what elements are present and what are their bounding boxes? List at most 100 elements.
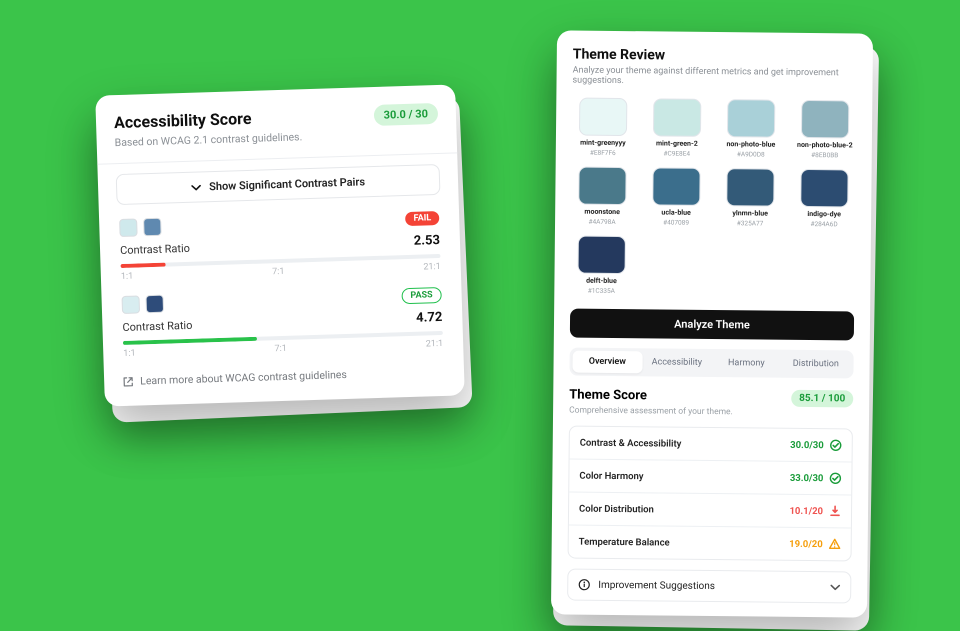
metric-row: Contrast & Accessibility 30.0/30	[570, 427, 852, 463]
contrast-pair: PASS Contrast Ratio 4.72 1:1 7:1 21:1	[120, 286, 446, 359]
swatch-b	[143, 218, 162, 237]
tab-accessibility[interactable]: Accessibility	[642, 351, 712, 374]
chevron-down-icon	[191, 182, 201, 192]
palette-swatch	[578, 236, 626, 275]
tab-harmony[interactable]: Harmony	[711, 352, 781, 375]
learn-more-link[interactable]: Learn more about WCAG contrast guideline…	[122, 365, 446, 388]
metric-label: Temperature Balance	[579, 536, 670, 548]
theme-review-title: Theme Review	[573, 47, 857, 66]
chevron-down-icon	[830, 582, 840, 592]
theme-score-subtitle: Comprehensive assessment of your theme.	[569, 406, 733, 418]
palette-name: mint-greenyyy	[580, 140, 626, 147]
palette-hex: #1C335A	[588, 287, 615, 295]
palette-swatch	[801, 100, 849, 139]
contrast-bar-fill	[121, 263, 166, 268]
palette-swatch	[652, 167, 700, 206]
theme-review-subtitle: Analyze your theme against different met…	[572, 66, 856, 89]
metric-value: 10.1/20	[789, 505, 841, 518]
accessibility-score-badge: 30.0 / 30	[373, 103, 438, 126]
palette-name: delft-blue	[586, 278, 617, 285]
external-link-icon	[122, 375, 134, 387]
palette-name: indigo-dye	[807, 211, 841, 218]
contrast-pair: FAIL Contrast Ratio 2.53 1:1 7:1 21:1	[117, 209, 443, 282]
accessibility-card-stack: Accessibility Score Based on WCAG 2.1 co…	[100, 90, 460, 401]
contrast-ratio-value: 2.53	[414, 233, 441, 249]
improvement-suggestions-toggle[interactable]: Improvement Suggestions	[567, 568, 851, 603]
metric-label: Color Distribution	[579, 503, 654, 515]
palette-item[interactable]: mint-green-2 #C9E8E4	[646, 98, 709, 158]
scale-mid: 7:1	[274, 344, 287, 354]
palette-item[interactable]: moonstone #4A798A	[571, 167, 634, 227]
palette-item[interactable]: ucla-blue #407089	[645, 167, 708, 227]
palette-item[interactable]: mint-greenyyy #E8F7F6	[572, 98, 635, 158]
swatch-a	[119, 218, 138, 237]
palette-swatch	[653, 98, 701, 137]
palette-name: non-photo-blue	[726, 141, 775, 149]
metric-row: Color Harmony 33.0/30	[569, 460, 851, 496]
metric-row: Temperature Balance 19.0/20	[569, 526, 851, 561]
theme-review-card: Theme Review Analyze your theme against …	[551, 30, 873, 617]
palette-name: non-photo-blue-2	[797, 142, 853, 150]
palette-item[interactable]: delft-blue #1C335A	[570, 236, 633, 296]
tab-distribution[interactable]: Distribution	[781, 353, 851, 376]
status-icon	[829, 505, 841, 517]
contrast-ratio-label: Contrast Ratio	[122, 319, 192, 334]
status-icon	[830, 439, 842, 451]
info-icon	[578, 579, 590, 591]
status-icon	[829, 472, 841, 484]
palette-hex: #8EB0BB	[811, 151, 838, 159]
toggle-contrast-pairs[interactable]: Show Significant Contrast Pairs	[116, 164, 441, 205]
metric-label: Color Harmony	[579, 470, 643, 482]
palette-hex: #4A798A	[588, 218, 615, 226]
theme-score-title: Theme Score	[569, 388, 733, 405]
accessibility-card: Accessibility Score Based on WCAG 2.1 co…	[95, 84, 465, 406]
palette-name: mint-green-2	[656, 140, 698, 147]
metric-row: Color Distribution 10.1/20	[569, 493, 851, 529]
palette-hex: #407089	[663, 218, 689, 226]
metric-value: 33.0/30	[790, 472, 842, 485]
learn-more-text: Learn more about WCAG contrast guideline…	[140, 368, 347, 387]
palette-item[interactable]: non-photo-blue #A9D0D8	[720, 99, 783, 159]
palette-swatch	[800, 169, 848, 208]
swatch-a	[122, 295, 141, 314]
metric-label: Contrast & Accessibility	[580, 437, 682, 449]
palette-hex: #A9D0D8	[737, 150, 765, 158]
accessibility-subtitle: Based on WCAG 2.1 contrast guidelines.	[114, 130, 302, 149]
scale-high: 21:1	[426, 339, 444, 350]
palette-grid: mint-greenyyy #E8F7F6 mint-green-2 #C9E8…	[570, 98, 856, 298]
status-icon	[829, 538, 841, 550]
metrics-list: Contrast & Accessibility 30.0/30 Color H…	[568, 426, 853, 562]
swatch-b	[145, 295, 164, 314]
status-badge-fail: FAIL	[405, 211, 439, 226]
palette-swatch	[578, 167, 626, 206]
toggle-label: Show Significant Contrast Pairs	[209, 175, 365, 193]
palette-name: ylnmn-blue	[732, 210, 768, 217]
palette-item[interactable]: non-photo-blue-2 #8EB0BB	[794, 100, 857, 160]
scale-high: 21:1	[423, 262, 441, 273]
status-badge-pass: PASS	[401, 287, 442, 304]
theme-review-card-stack: Theme Review Analyze your theme against …	[554, 32, 870, 616]
contrast-ratio-value: 4.72	[416, 310, 443, 326]
palette-hex: #284A6D	[810, 220, 837, 228]
suggestions-label: Improvement Suggestions	[598, 579, 715, 591]
tab-overview[interactable]: Overview	[572, 351, 642, 374]
contrast-ratio-label: Contrast Ratio	[120, 242, 190, 257]
palette-hex: #325A77	[737, 219, 764, 227]
scale-mid: 7:1	[272, 267, 285, 277]
palette-swatch	[726, 168, 774, 207]
tabs: OverviewAccessibilityHarmonyDistribution	[569, 348, 853, 379]
palette-swatch	[579, 98, 627, 137]
palette-item[interactable]: indigo-dye #284A6D	[793, 169, 856, 229]
theme-score-badge: 85.1 / 100	[791, 390, 853, 408]
scale-low: 1:1	[121, 272, 134, 282]
palette-swatch	[727, 99, 775, 138]
palette-item[interactable]: ylnmn-blue #325A77	[719, 168, 782, 228]
palette-hex: #E8F7F6	[590, 149, 616, 157]
analyze-theme-button[interactable]: Analyze Theme	[570, 309, 854, 341]
scale-low: 1:1	[123, 349, 136, 359]
accessibility-title: Accessibility Score	[114, 107, 302, 132]
palette-name: ucla-blue	[661, 209, 690, 216]
divider	[97, 152, 457, 164]
contrast-bar-fill	[123, 337, 257, 345]
metric-value: 30.0/30	[790, 439, 842, 452]
